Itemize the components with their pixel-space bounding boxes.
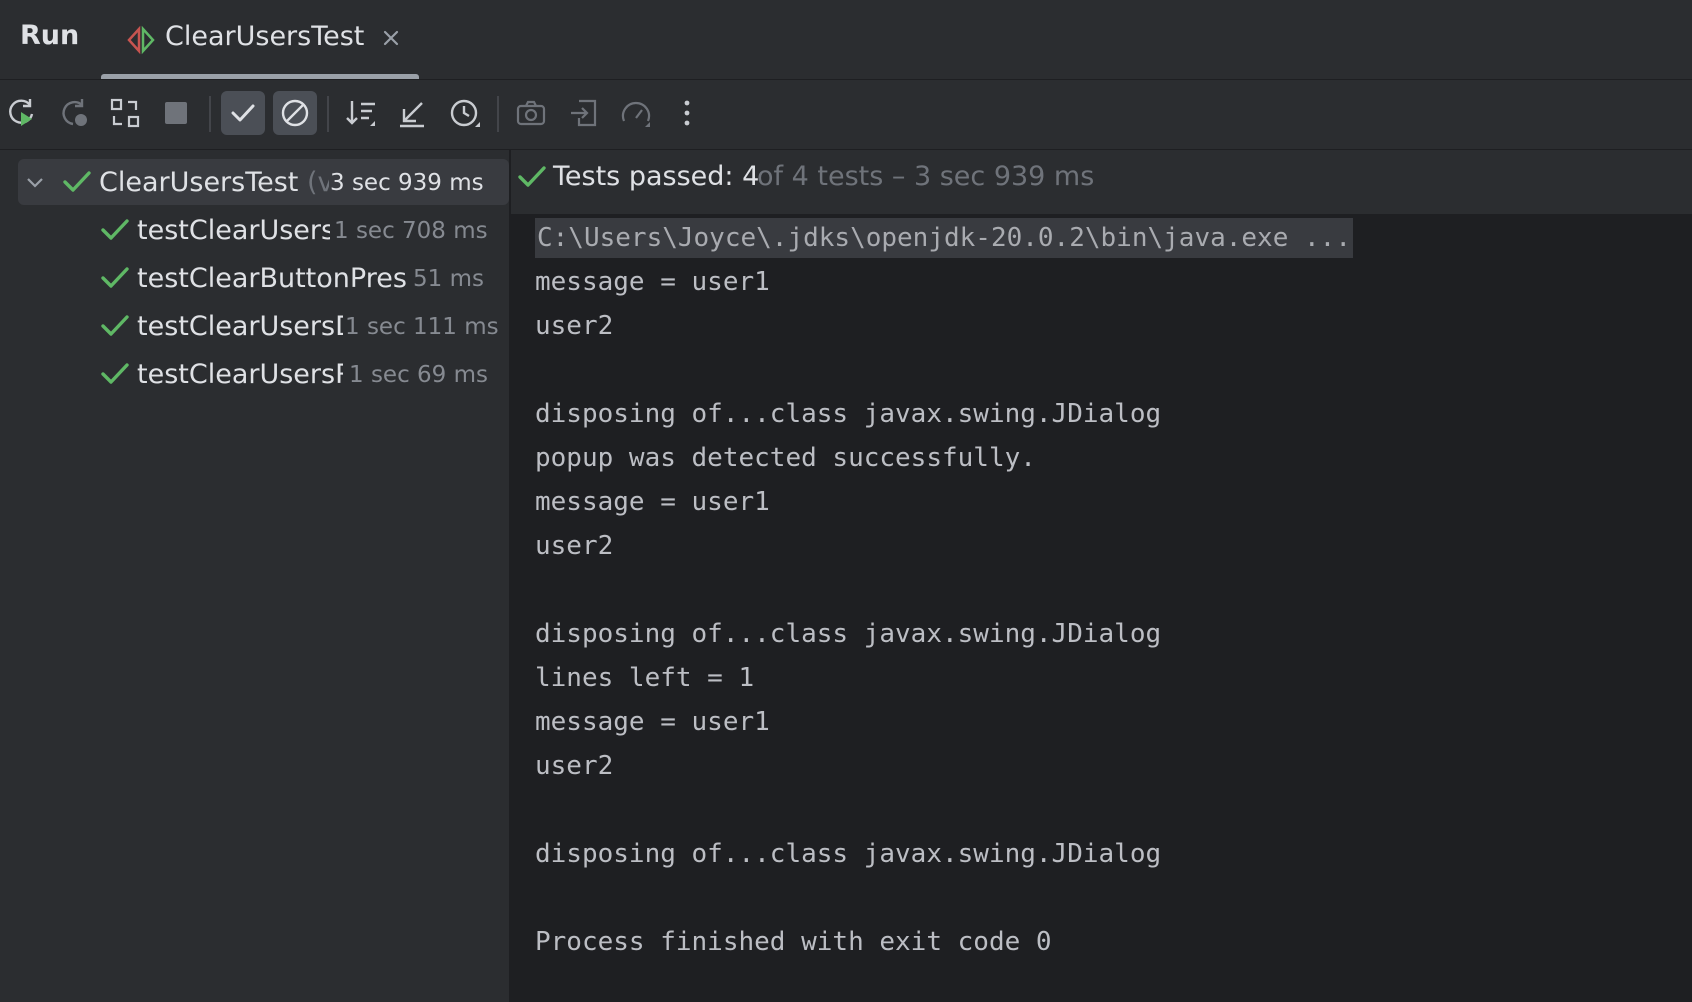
passed-check-icon: [62, 169, 92, 195]
tree-item-test[interactable]: testClearUsersF 1 sec 708 ms: [0, 207, 509, 253]
console-line: disposing of...class javax.swing.JDialog: [535, 619, 1162, 649]
show-passed-button[interactable]: [221, 91, 265, 135]
console-line: user2: [535, 531, 614, 561]
console-line: disposing of...class javax.swing.JDialog: [535, 399, 1162, 429]
tab-label: ClearUsersTest: [165, 21, 365, 52]
stop-icon: [165, 102, 187, 124]
run-tool-window: Run ClearUsersTest ClearUsersTest (v 3 s…: [0, 0, 1692, 1002]
passed-check-icon: [100, 361, 130, 387]
toolbar-separator: [327, 96, 329, 132]
rerun-failed-icon: [62, 99, 87, 126]
tree-item-time: 1 sec 708 ms: [334, 218, 488, 244]
console-line: disposing of...class javax.swing.JDialog: [535, 839, 1162, 869]
tree-item-time: 1 sec 111 ms: [345, 314, 499, 340]
tab-active-indicator: [101, 74, 419, 79]
tree-root-clear-users-test[interactable]: ClearUsersTest (v 3 sec 939 ms: [18, 159, 509, 205]
console-line: message = user1: [535, 487, 770, 517]
console-command-line[interactable]: C:\Users\Joyce\.jdks\openjdk-20.0.2\bin\…: [535, 218, 1353, 258]
sort-by-duration-button[interactable]: [443, 91, 487, 135]
clock-icon: [450, 99, 480, 127]
tree-item-name: testClearUsersR: [137, 359, 343, 390]
toggle-auto-test-icon: [110, 98, 140, 128]
console-line: lines left = 1: [535, 663, 755, 693]
toggle-auto-test-button[interactable]: [103, 91, 147, 135]
passed-check-icon: [517, 164, 547, 190]
console-line: popup was detected successfully.: [535, 443, 1036, 473]
run-header: Run ClearUsersTest: [0, 0, 1692, 80]
tree-item-time: 51 ms: [413, 266, 484, 292]
passed-check-icon: [100, 217, 130, 243]
tests-passed-label: Tests passed: 4: [553, 161, 760, 192]
passed-check-icon: [100, 313, 130, 339]
tests-summary-label: of 4 tests – 3 sec 939 ms: [757, 161, 1095, 192]
toolbar-separator: [209, 96, 211, 132]
run-title: Run: [20, 20, 80, 51]
tree-item-test[interactable]: testClearUsersR 1 sec 69 ms: [0, 351, 509, 397]
rerun-icon: [9, 99, 34, 126]
console-line: user2: [535, 751, 614, 781]
gauge-icon: [621, 101, 651, 127]
rerun-failed-button[interactable]: [52, 91, 96, 135]
tree-item-name: ClearUsersTest (v: [99, 167, 329, 198]
tree-item-name: testClearUsersD: [137, 311, 343, 342]
tree-item-test[interactable]: testClearButtonPreser 51 ms: [0, 255, 509, 301]
more-options-button[interactable]: [665, 91, 709, 135]
sort-alphabetically-button[interactable]: [339, 91, 383, 135]
ignored-icon: [281, 99, 309, 127]
tree-item-test[interactable]: testClearUsersD 1 sec 111 ms: [0, 303, 509, 349]
console-line: Process finished with exit code 0: [535, 927, 1052, 957]
snapshot-button[interactable]: [509, 91, 553, 135]
tree-item-name: testClearUsersF: [137, 215, 330, 246]
test-toolbar: [0, 80, 1692, 150]
test-class-icon: [125, 24, 157, 56]
test-results-tree: ClearUsersTest (v 3 sec 939 ms testClear…: [0, 150, 511, 1002]
close-icon[interactable]: [377, 24, 405, 52]
console-line: message = user1: [535, 267, 770, 297]
coverage-button[interactable]: [614, 91, 658, 135]
check-icon: [231, 104, 255, 122]
passed-check-icon: [100, 265, 130, 291]
import-icon: [571, 99, 597, 127]
tree-item-time: 3 sec 939 ms: [330, 170, 484, 196]
console-line: message = user1: [535, 707, 770, 737]
toolbar-separator: [497, 96, 499, 132]
show-ignored-button[interactable]: [273, 91, 317, 135]
stop-button[interactable]: [154, 91, 198, 135]
rerun-button[interactable]: [0, 91, 44, 135]
camera-icon: [516, 100, 546, 126]
tree-item-name: testClearButtonPreser: [137, 263, 407, 294]
console-line: user2: [535, 311, 614, 341]
more-vertical-icon: [684, 100, 690, 126]
console-output[interactable]: C:\Users\Joyce\.jdks\openjdk-20.0.2\bin\…: [511, 214, 1692, 1002]
sort-alphabetically-icon: [346, 101, 375, 126]
test-status-bar: Tests passed: 4 of 4 tests – 3 sec 939 m…: [511, 150, 1692, 214]
chevron-down-icon[interactable]: [24, 171, 46, 193]
tree-item-time: 1 sec 69 ms: [349, 362, 488, 388]
collapse-all-button[interactable]: [390, 91, 434, 135]
tab-clear-users-test[interactable]: ClearUsersTest: [101, 0, 419, 79]
collapse-all-icon: [400, 102, 424, 128]
import-tests-button[interactable]: [562, 91, 606, 135]
